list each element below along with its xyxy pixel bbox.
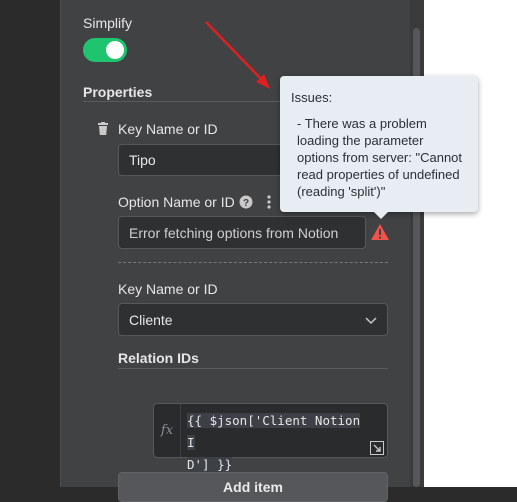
expression-line-2: D'] }} <box>187 457 233 472</box>
canvas-area <box>424 0 517 487</box>
simplify-toggle[interactable] <box>83 38 127 62</box>
expand-icon[interactable] <box>370 441 384 455</box>
key-select-cliente[interactable]: Cliente <box>118 303 388 336</box>
add-item-button[interactable]: Add item <box>118 472 388 502</box>
tooltip-pointer <box>374 212 388 219</box>
warning-icon <box>371 224 389 240</box>
relation-divider <box>118 368 388 369</box>
fx-icon: fx <box>154 404 181 457</box>
key-name-label: Key Name or ID <box>118 281 218 297</box>
expression-line-1: {{ $json['Client Notion I <box>187 413 361 450</box>
key-name-label: Key Name or ID <box>118 121 218 137</box>
help-icon[interactable]: ? <box>239 195 253 209</box>
relation-ids-label: Relation IDs <box>118 350 199 366</box>
expression-editor[interactable]: fx {{ $json['Client Notion I D'] }} <box>153 403 388 472</box>
simplify-label: Simplify <box>83 15 133 31</box>
chevron-down-icon <box>365 317 377 325</box>
issues-tooltip: Issues: - There was a problem loading th… <box>280 76 478 219</box>
option-name-label: Option Name or ID <box>118 194 235 210</box>
tooltip-message: - There was a problem loading the parame… <box>297 116 463 199</box>
toggle-knob <box>106 41 124 59</box>
key-select-tipo[interactable]: Tipo <box>118 144 288 176</box>
key-select-value: Cliente <box>129 311 173 328</box>
option-select-error[interactable]: Error fetching options from Notion <box>118 216 366 249</box>
expression-text[interactable]: {{ $json['Client Notion I D'] }} <box>187 410 373 476</box>
left-gutter <box>0 0 60 487</box>
tooltip-title: Issues: <box>291 90 333 105</box>
dots-menu-icon[interactable] <box>266 195 272 209</box>
trash-icon[interactable] <box>97 122 109 135</box>
svg-text:?: ? <box>243 198 249 209</box>
properties-heading: Properties <box>83 84 153 100</box>
property-separator <box>118 262 388 263</box>
annotation-arrow-icon <box>205 21 270 89</box>
